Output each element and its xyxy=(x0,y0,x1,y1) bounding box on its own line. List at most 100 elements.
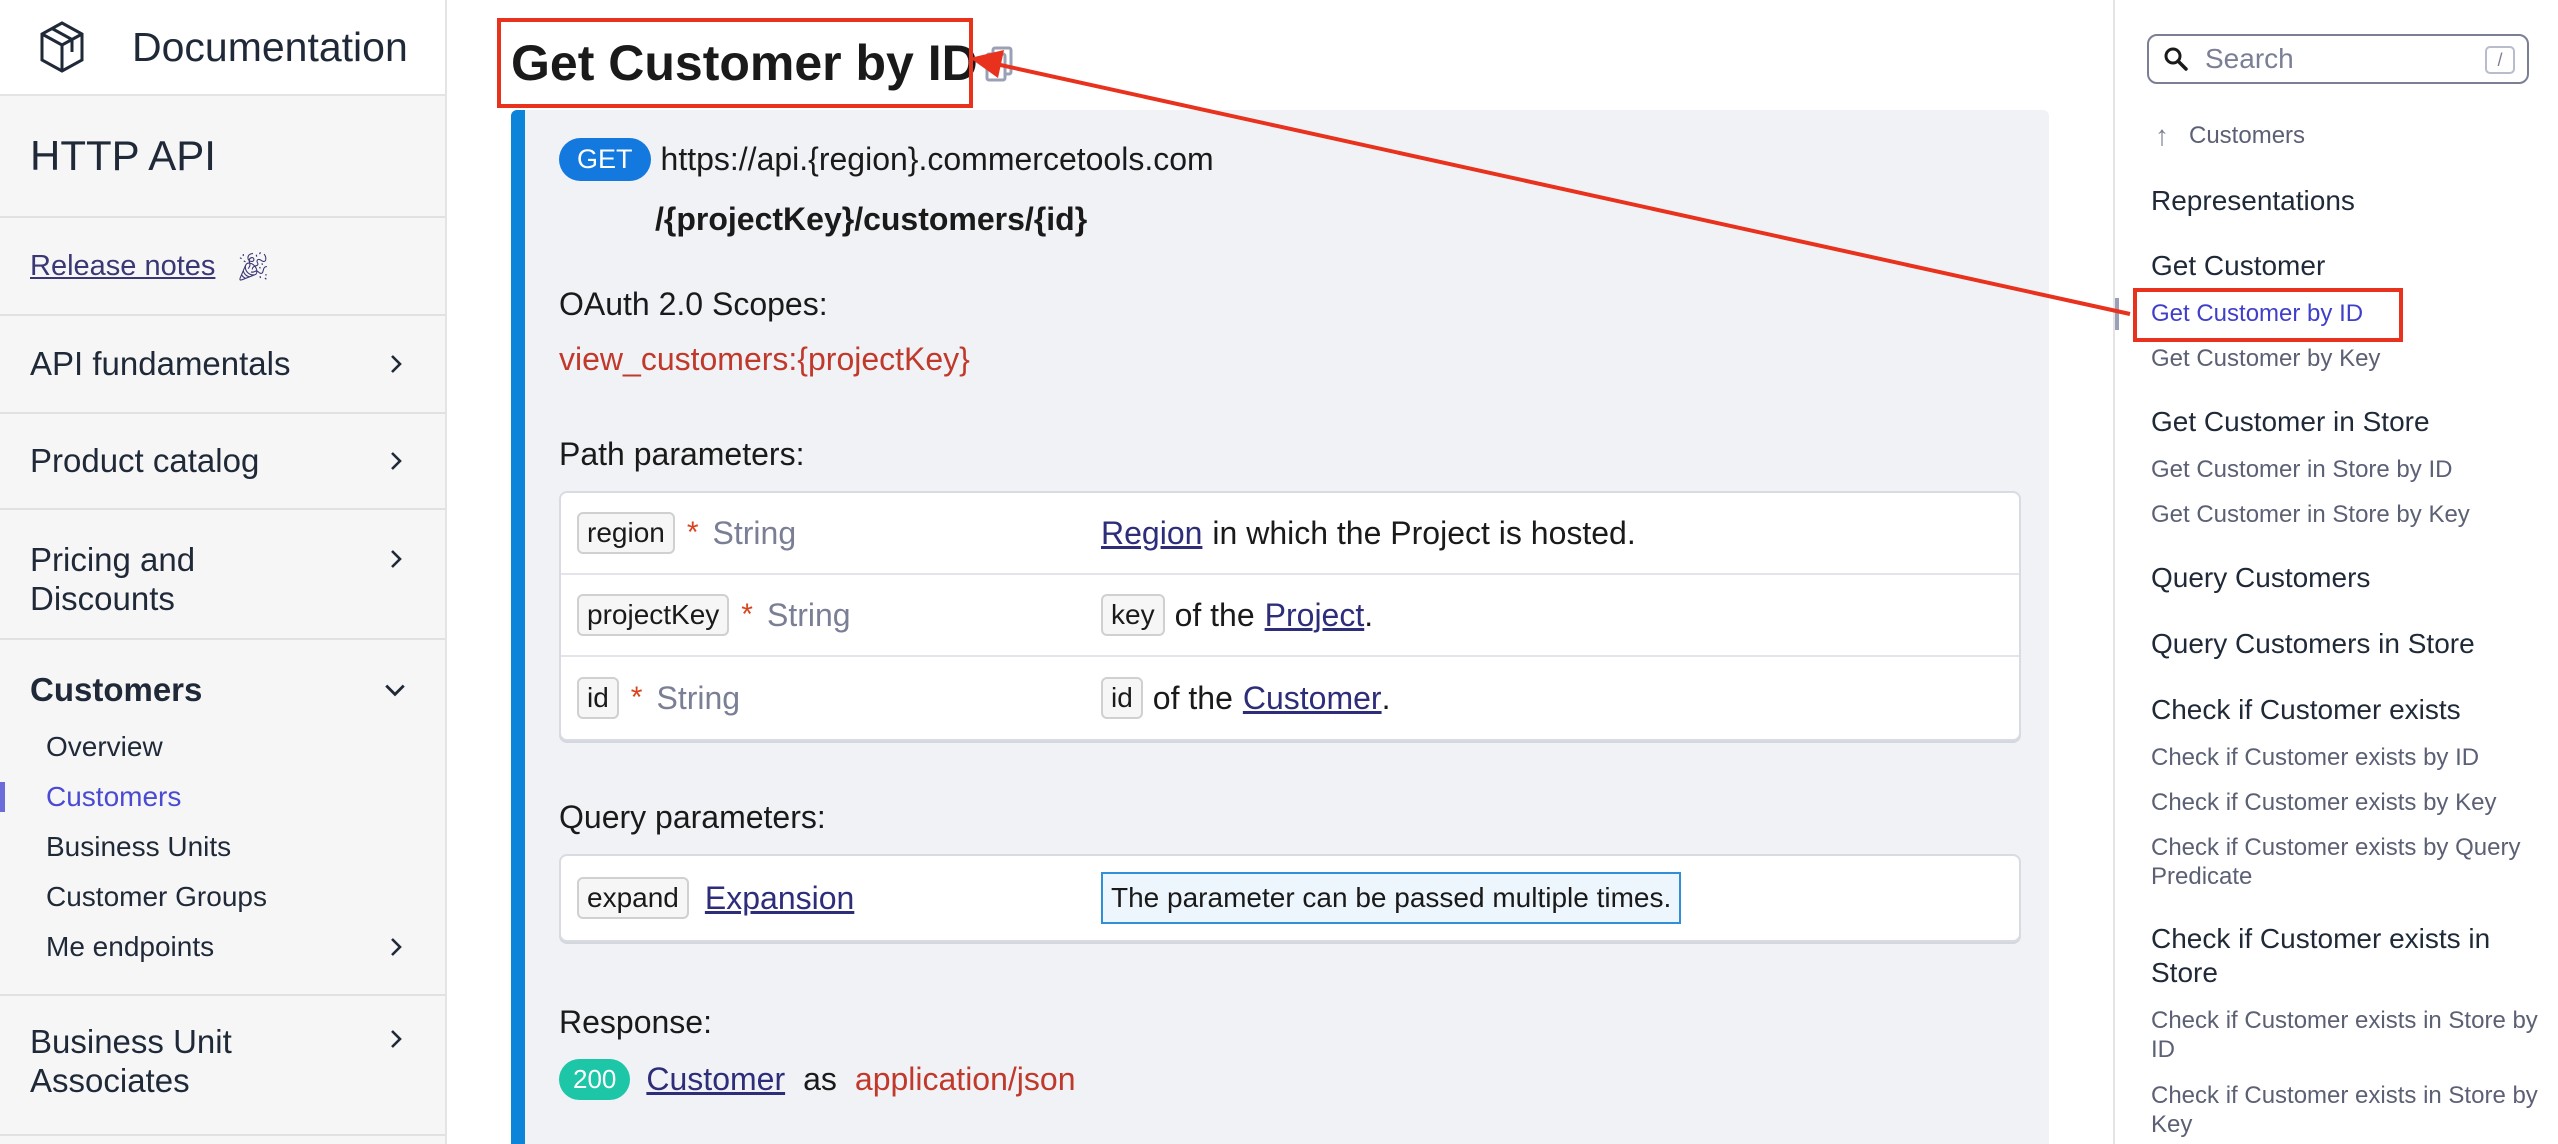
app-title[interactable]: Documentation xyxy=(132,24,408,71)
toc-item-query-customers-in-store[interactable]: Query Customers in Store xyxy=(2151,627,2541,661)
param-desc-end: . xyxy=(1381,679,1391,716)
sidebar-item-product-catalog[interactable]: Product catalog xyxy=(0,414,445,510)
param-name: expand xyxy=(577,877,689,919)
sidebar-item-label: Pricing and Discounts xyxy=(30,541,196,617)
param-description: Region in which the Project is hosted. xyxy=(1101,515,1636,552)
sidebar-item-label: Customers xyxy=(30,671,203,708)
endpoint-card: GET https://api.{region}.commercetools.c… xyxy=(511,110,2049,1144)
toc-item-representations[interactable]: Representations xyxy=(2151,184,2541,218)
param-desc-text: of the xyxy=(1152,679,1233,716)
sidebar-subitem-overview[interactable]: Overview xyxy=(0,722,445,772)
toc-item-check-exists-in-store[interactable]: Check if Customer exists in Store xyxy=(2151,922,2541,990)
toc-item-get-customer-in-store[interactable]: Get Customer in Store xyxy=(2151,405,2541,439)
toc-item-check-exists-in-store-by-key[interactable]: Check if Customer exists in Store by Key xyxy=(2151,1081,2541,1139)
required-marker: * xyxy=(630,681,643,714)
copy-link-icon[interactable] xyxy=(983,44,1017,84)
main-content: Get Customer by ID GET https://api.{regi… xyxy=(449,0,2113,1144)
sidebar-subitem-business-units[interactable]: Business Units xyxy=(0,822,445,872)
region-link[interactable]: Region xyxy=(1101,515,1202,552)
annotation-highlight-toc xyxy=(2133,288,2403,342)
sidebar-subitem-label: Overview xyxy=(46,731,163,762)
sidebar-subitem-label: Customer Groups xyxy=(46,881,267,912)
sidebar-subitem-me-endpoints[interactable]: Me endpoints xyxy=(0,922,445,972)
sidebar-group-customers: Customers Overview Customers Business Un… xyxy=(0,640,445,996)
response-row: 200 Customer as application/json xyxy=(559,1059,2039,1100)
brand-header: Documentation xyxy=(0,0,445,96)
param-desc-code: key xyxy=(1101,594,1165,636)
sidebar-item-api-fundamentals[interactable]: API fundamentals xyxy=(0,316,445,414)
toc-item-get-customer-in-store-by-key[interactable]: Get Customer in Store by Key xyxy=(2151,500,2541,529)
customer-link[interactable]: Customer xyxy=(1243,680,1382,717)
toc-item-check-customer-exists[interactable]: Check if Customer exists xyxy=(2151,693,2541,727)
table-row: region * String Region in which the Proj… xyxy=(561,493,2019,575)
path-params-table: region * String Region in which the Proj… xyxy=(559,491,2021,741)
expansion-link[interactable]: Expansion xyxy=(705,880,854,917)
param-desc-text: in which the Project is hosted. xyxy=(1212,514,1636,551)
toc-active-marker xyxy=(2115,298,2119,330)
required-marker: * xyxy=(686,516,699,549)
sidebar-item-business-unit-associates[interactable]: Business Unit Associates xyxy=(0,996,445,1136)
param-type: String xyxy=(712,514,797,551)
sidebar-item-label: API fundamentals xyxy=(30,345,291,382)
toc-item-get-customer-in-store-by-id[interactable]: Get Customer in Store by ID xyxy=(2151,455,2541,484)
table-row: projectKey * String key of the Project . xyxy=(561,575,2019,657)
toc-back-link[interactable]: ↑ Customers xyxy=(2155,120,2305,152)
param-desc-code: id xyxy=(1101,677,1143,719)
path-params-label: Path parameters: xyxy=(559,436,805,472)
sidebar-subitem-label: Business Units xyxy=(46,831,232,862)
chevron-down-icon xyxy=(385,684,405,697)
table-of-contents: / ↑ Customers Representations Get Custom… xyxy=(2113,0,2558,1144)
endpoint-url-row: GET https://api.{region}.commercetools.c… xyxy=(559,138,2039,181)
logo-icon xyxy=(40,21,84,73)
search-box[interactable]: / xyxy=(2147,34,2529,84)
search-icon xyxy=(2164,47,2188,71)
table-row: id * String id of the Customer . xyxy=(561,657,2019,739)
release-notes-row: Release notes 🎉︎ xyxy=(0,218,445,316)
param-description: key of the Project . xyxy=(1101,594,1373,636)
chevron-right-icon xyxy=(391,355,402,373)
param-name: region xyxy=(577,512,675,554)
toc-item-check-exists-by-key[interactable]: Check if Customer exists by Key xyxy=(2151,788,2541,817)
table-row: expand Expansion xyxy=(561,877,1101,919)
toc-item-get-customer[interactable]: Get Customer xyxy=(2151,249,2541,283)
chevron-right-icon xyxy=(391,550,402,568)
arrow-up-icon: ↑ xyxy=(2155,120,2169,151)
required-marker: * xyxy=(741,598,753,631)
response-label: Response: xyxy=(559,1004,712,1040)
sidebar-item-label: Business Unit Associates xyxy=(30,1023,232,1099)
response-type-link[interactable]: Customer xyxy=(646,1061,785,1098)
release-notes-link[interactable]: Release notes xyxy=(30,250,215,283)
endpoint-path: /{projectKey}/customers/{id} xyxy=(655,201,1088,237)
param-name: projectKey xyxy=(577,594,730,636)
toc-item-check-exists-in-store-by-id[interactable]: Check if Customer exists in Store by ID xyxy=(2151,1006,2541,1064)
toc-back-label: Customers xyxy=(2189,122,2306,149)
param-desc-end: . xyxy=(1364,596,1374,633)
toc-item-check-exists-by-predicate[interactable]: Check if Customer exists by Query Predic… xyxy=(2151,833,2541,891)
oauth-scope: view_customers:{projectKey} xyxy=(559,341,970,377)
toc-item-get-customer-by-key[interactable]: Get Customer by Key xyxy=(2151,344,2541,373)
chevron-right-icon xyxy=(391,938,402,956)
response-mime: application/json xyxy=(854,1061,1076,1097)
chevron-right-icon xyxy=(391,1030,402,1048)
sidebar-subitem-label: Me endpoints xyxy=(46,931,215,962)
sidebar-item-label: Product catalog xyxy=(30,442,260,479)
response-as-text: as xyxy=(803,1061,837,1097)
customers-submenu: Overview Customers Business Units Custom… xyxy=(0,722,445,972)
param-note: The parameter can be passed multiple tim… xyxy=(1101,872,1682,924)
http-method-badge: GET xyxy=(559,138,651,181)
toc-item-check-exists-by-id[interactable]: Check if Customer exists by ID xyxy=(2151,743,2541,772)
oauth-label: OAuth 2.0 Scopes: xyxy=(559,286,828,322)
section-title: HTTP API xyxy=(0,96,445,218)
search-input[interactable] xyxy=(2205,43,2475,75)
sidebar-subitem-customers[interactable]: Customers xyxy=(0,772,445,822)
project-link[interactable]: Project xyxy=(1265,597,1365,634)
param-name: id xyxy=(577,677,619,719)
sidebar-subitem-customer-groups[interactable]: Customer Groups xyxy=(0,872,445,922)
sidebar-item-customers[interactable]: Customers xyxy=(0,670,445,710)
keyboard-shortcut-hint: / xyxy=(2485,46,2515,74)
sidebar-subitem-label: Customers xyxy=(46,781,182,812)
sidebar-item-pricing-discounts[interactable]: Pricing and Discounts xyxy=(0,510,445,640)
left-sidebar: Documentation HTTP API Release notes 🎉︎ … xyxy=(0,0,447,1144)
annotation-highlight-title xyxy=(497,18,973,108)
toc-item-query-customers[interactable]: Query Customers xyxy=(2151,561,2541,595)
